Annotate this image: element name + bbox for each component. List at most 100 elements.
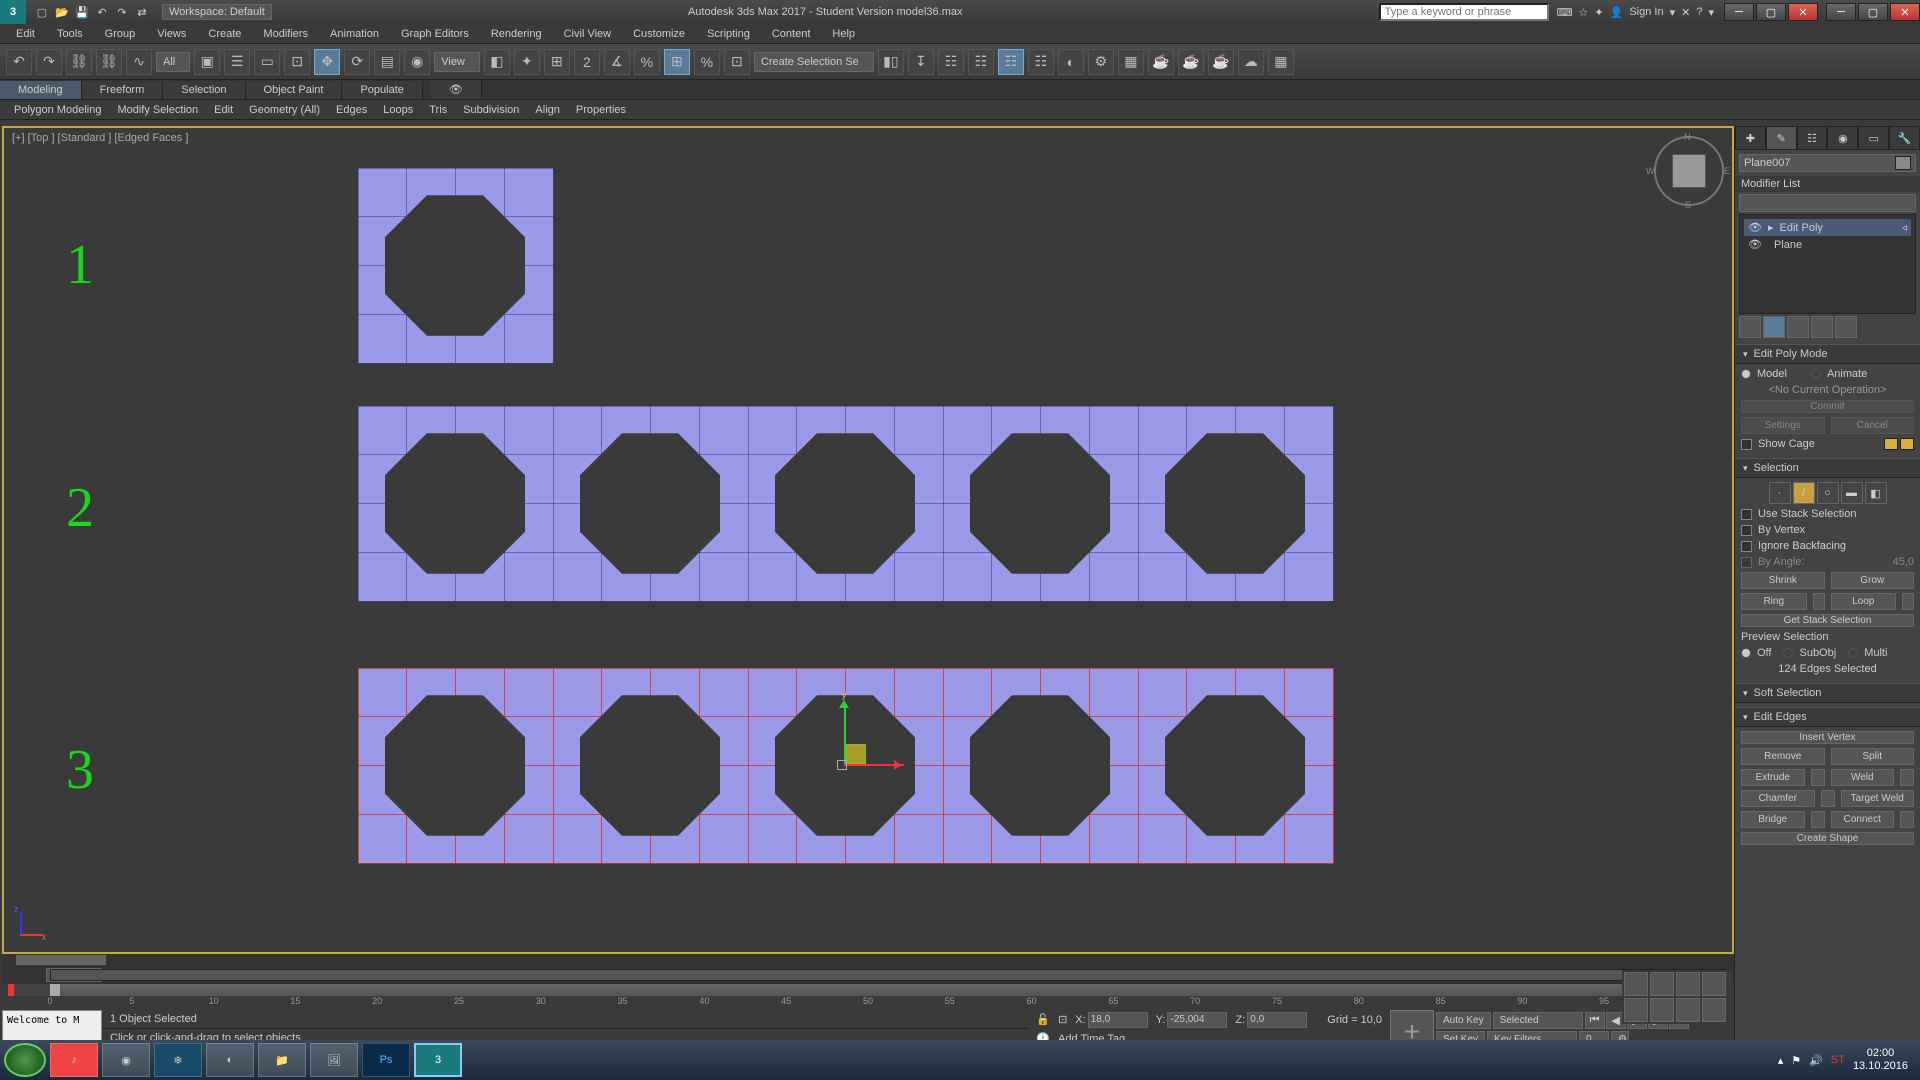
- preview-subobj-radio[interactable]: [1783, 648, 1793, 658]
- link-button[interactable]: ⛓: [66, 49, 92, 75]
- ribbon-panel-geometry--all-[interactable]: Geometry (All): [241, 102, 328, 118]
- select-place-button[interactable]: ◉: [404, 49, 430, 75]
- by-vertex-checkbox[interactable]: [1741, 525, 1752, 536]
- taskbar-app-photos[interactable]: 🖼: [310, 1043, 358, 1077]
- user-icon[interactable]: 👤: [1610, 6, 1624, 19]
- key-icon[interactable]: ⌨: [1557, 6, 1573, 19]
- zoom-extents-button[interactable]: [1676, 972, 1700, 996]
- rendered-frame-button[interactable]: ▦: [1118, 49, 1144, 75]
- create-shape-button[interactable]: Create Shape: [1741, 832, 1914, 845]
- menu-modifiers[interactable]: Modifiers: [253, 26, 318, 42]
- render-activeshade-button[interactable]: ☕: [1208, 49, 1234, 75]
- selection-filter-dropdown[interactable]: All: [156, 52, 190, 72]
- configure-sets-icon[interactable]: [1835, 316, 1857, 338]
- menu-views[interactable]: Views: [147, 26, 196, 42]
- chamfer-settings-icon[interactable]: [1821, 790, 1835, 807]
- zoom-all-button[interactable]: [1650, 972, 1674, 996]
- ribbon-panel-edges[interactable]: Edges: [328, 102, 375, 118]
- rect-select-button[interactable]: ▭: [254, 49, 280, 75]
- loop-spinner[interactable]: [1902, 593, 1914, 610]
- isolate-icon[interactable]: ⊡: [1058, 1013, 1067, 1026]
- bind-button[interactable]: ∿: [126, 49, 152, 75]
- menu-scripting[interactable]: Scripting: [697, 26, 760, 42]
- save-icon[interactable]: 💾: [74, 4, 90, 20]
- y-coord-input[interactable]: [1167, 1012, 1227, 1028]
- chamfer-button[interactable]: Chamfer: [1741, 790, 1815, 807]
- pan-button[interactable]: [1650, 998, 1674, 1022]
- mirror-button[interactable]: ▮▯: [878, 49, 904, 75]
- max-toggle-button[interactable]: [1702, 998, 1726, 1022]
- menu-animation[interactable]: Animation: [320, 26, 389, 42]
- fov-button[interactable]: [1624, 998, 1648, 1022]
- snap-angle-button[interactable]: ∡: [604, 49, 630, 75]
- redo-button[interactable]: ↷: [36, 49, 62, 75]
- manipulate-button[interactable]: ✦: [514, 49, 540, 75]
- bridge-button[interactable]: Bridge: [1741, 811, 1805, 828]
- render-cloud-button[interactable]: ☁: [1238, 49, 1264, 75]
- orbit-button[interactable]: [1676, 998, 1700, 1022]
- motion-tab[interactable]: ◉: [1827, 126, 1858, 150]
- render-iter-button[interactable]: ☕: [1178, 49, 1204, 75]
- selection-header[interactable]: Selection: [1735, 458, 1920, 478]
- ribbon-tab-modeling[interactable]: Modeling: [0, 81, 82, 99]
- taskbar-app-chrome[interactable]: ◉: [102, 1043, 150, 1077]
- menu-graph-editors[interactable]: Graph Editors: [391, 26, 479, 42]
- material-editor-button[interactable]: ◐: [1058, 49, 1084, 75]
- shrink-button[interactable]: Shrink: [1741, 572, 1825, 589]
- unlink-button[interactable]: ⛓: [96, 49, 122, 75]
- plane-object-2[interactable]: [358, 406, 1333, 601]
- workspace-dropdown[interactable]: Workspace: Default: [162, 4, 272, 20]
- weld-settings-icon[interactable]: [1900, 769, 1914, 786]
- star2-icon[interactable]: ✦: [1594, 6, 1603, 19]
- ring-spinner[interactable]: [1813, 593, 1825, 610]
- auto-key-button[interactable]: Auto Key: [1436, 1012, 1491, 1029]
- menu-tools[interactable]: Tools: [47, 26, 93, 42]
- named-sel-set-button[interactable]: ⊡: [724, 49, 750, 75]
- curve-editor-button[interactable]: ☷: [998, 49, 1024, 75]
- ribbon-tab-selection[interactable]: Selection: [163, 81, 245, 99]
- connect-button[interactable]: Connect: [1831, 811, 1895, 828]
- outer-minimize-button[interactable]: ─: [1826, 3, 1856, 21]
- extrude-settings-icon[interactable]: [1811, 769, 1825, 786]
- tray-action-icon[interactable]: ⚑: [1791, 1054, 1801, 1067]
- ribbon-panel-edit[interactable]: Edit: [206, 102, 241, 118]
- new-icon[interactable]: ▢: [34, 4, 50, 20]
- pin-stack-icon[interactable]: [1739, 316, 1761, 338]
- tray-lang-indicator[interactable]: ST: [1831, 1054, 1845, 1066]
- tray-clock[interactable]: 02:00 13.10.2016: [1853, 1047, 1908, 1073]
- object-name-field[interactable]: Plane007: [1739, 154, 1916, 172]
- select-scale-button[interactable]: ▤: [374, 49, 400, 75]
- taskbar-app-steam[interactable]: ◐: [206, 1043, 254, 1077]
- preview-multi-radio[interactable]: [1848, 648, 1858, 658]
- animate-radio[interactable]: [1811, 369, 1821, 379]
- link-icon[interactable]: ⇄: [134, 4, 150, 20]
- split-button[interactable]: Split: [1831, 748, 1915, 765]
- snap-percent-button[interactable]: %: [634, 49, 660, 75]
- show-end-result-icon[interactable]: [1763, 316, 1785, 338]
- ribbon-panel-loops[interactable]: Loops: [375, 102, 421, 118]
- render-last-button[interactable]: ▦: [1268, 49, 1294, 75]
- render-setup-button[interactable]: ⚙: [1088, 49, 1114, 75]
- edit-poly-mode-header[interactable]: Edit Poly Mode: [1735, 344, 1920, 364]
- help-search-input[interactable]: [1379, 3, 1549, 21]
- soft-selection-header[interactable]: Soft Selection: [1735, 683, 1920, 703]
- zoom-extents-all-button[interactable]: [1702, 972, 1726, 996]
- keyboard-shortcut-button[interactable]: ⊞: [544, 49, 570, 75]
- menu-civil-view[interactable]: Civil View: [554, 26, 621, 42]
- remove-button[interactable]: Remove: [1741, 748, 1825, 765]
- show-cage-checkbox[interactable]: [1741, 439, 1752, 450]
- tray-volume-icon[interactable]: 🔊: [1809, 1054, 1823, 1067]
- key-filter-selected-dropdown[interactable]: Selected: [1493, 1012, 1583, 1029]
- ignore-backfacing-checkbox[interactable]: [1741, 541, 1752, 552]
- undo-button[interactable]: ↶: [6, 49, 32, 75]
- star-icon[interactable]: ☆: [1579, 6, 1589, 19]
- schematic-view-button[interactable]: ☷: [1028, 49, 1054, 75]
- spinner-snap-button[interactable]: ⊞: [664, 49, 690, 75]
- viewport-h-scrollbar[interactable]: [2, 954, 1734, 966]
- cage-color2[interactable]: [1900, 438, 1914, 450]
- make-unique-icon[interactable]: [1787, 316, 1809, 338]
- get-stack-selection-button[interactable]: Get Stack Selection: [1741, 614, 1914, 627]
- time-slider[interactable]: 0 / 100: [2, 966, 1734, 984]
- start-button[interactable]: [4, 1043, 46, 1077]
- modifier-list-dropdown[interactable]: [1739, 194, 1916, 212]
